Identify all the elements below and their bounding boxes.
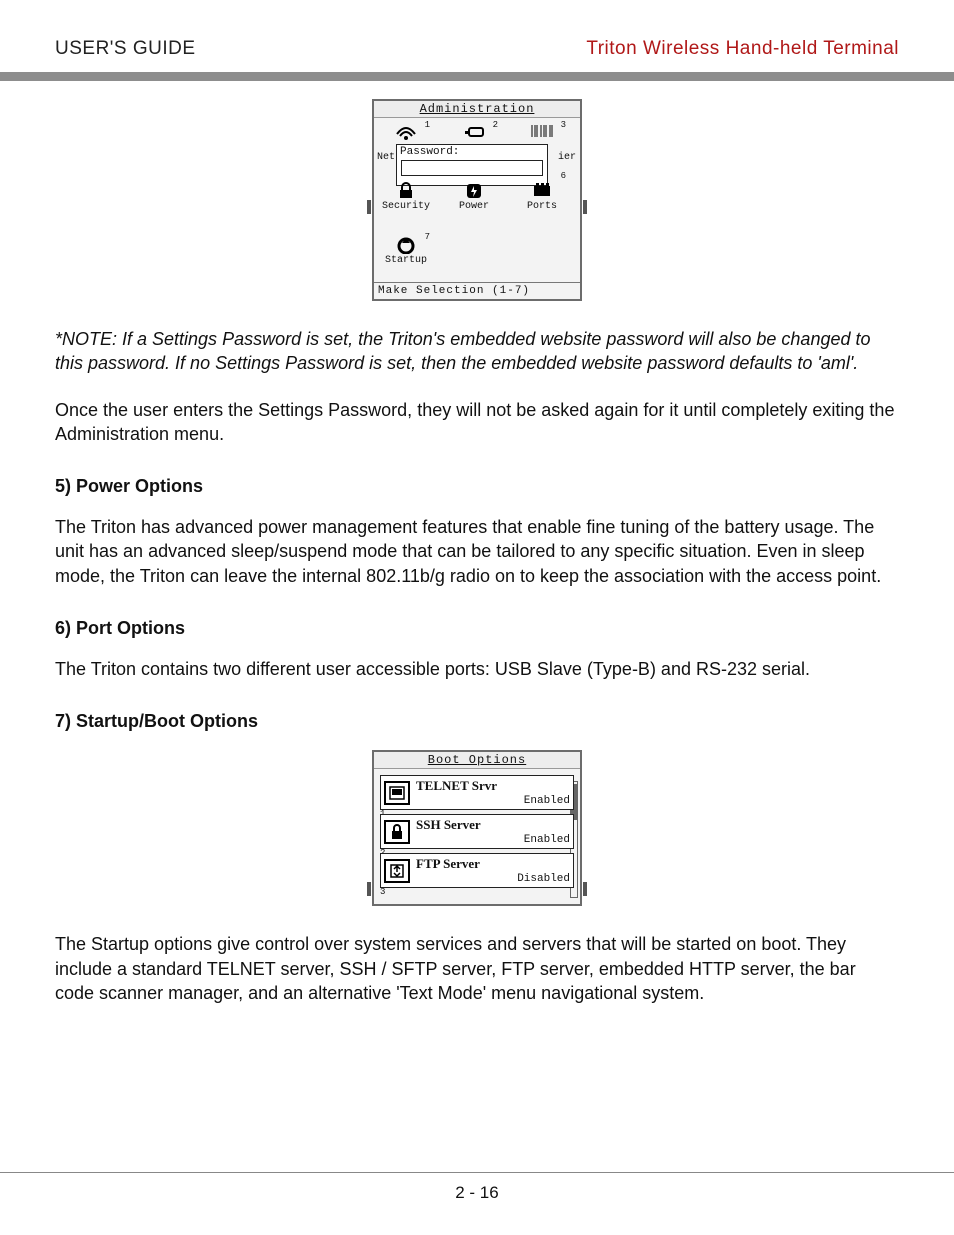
admin-footer: Make Selection (1-7) [374,282,580,299]
admin-item-label: Power [444,201,504,212]
admin-item-num: 6 [561,171,566,181]
admin-item-label: Security [376,201,436,212]
admin-item-num: 7 [425,232,430,242]
admin-item-3: 3 [512,122,572,142]
admin-item-power: Power [444,180,504,212]
boot-title: Boot Options [374,752,580,769]
page: USER'S GUIDE Triton Wireless Hand-held T… [0,0,954,1235]
device-notch-left [367,882,371,896]
boot-row-telnet: TELNET Srvr Enabled 1 [380,775,574,810]
boot-row-ssh: SSH Server Enabled 2 [380,814,574,849]
startup-icon [394,236,418,254]
admin-item-1: 1 [376,122,436,142]
admin-item-num: 1 [425,120,430,130]
boot-device-screen: Boot Options TELNET Srvr Enabled 1 [372,750,582,906]
boot-row-status: Enabled [416,834,570,846]
admin-item-security: Security [376,180,436,212]
boot-screenshot: Boot Options TELNET Srvr Enabled 1 [55,750,899,906]
password-label: Password: [397,145,547,158]
admin-item-startup: 7 Startup [376,234,436,266]
boot-row-status: Disabled [416,873,570,885]
header-divider [0,72,954,81]
net-label-fragment: Net [377,152,395,163]
boot-row-num: 3 [380,887,385,897]
barcode-icon [530,124,554,142]
ier-label-fragment: ier [558,152,576,163]
admin-item-num: 2 [493,120,498,130]
body-paragraph: The Triton contains two different user a… [55,657,899,681]
wifi-icon [394,124,418,142]
heading-startup-options: 7) Startup/Boot Options [55,711,899,732]
boot-row-name: FTP Server [416,856,570,872]
note-paragraph: *NOTE: If a Settings Password is set, th… [55,327,899,376]
heading-port-options: 6) Port Options [55,618,899,639]
lock-icon [394,182,418,200]
heading-power-options: 5) Power Options [55,476,899,497]
power-icon [462,182,486,200]
admin-item-label: Ports [512,201,572,212]
header-left: USER'S GUIDE [55,38,196,60]
header-right: Triton Wireless Hand-held Terminal [586,38,899,60]
boot-row-status: Enabled [416,795,570,807]
admin-item-ports: 6 Ports [512,180,572,212]
admin-title: Administration [374,101,580,118]
terminal-icon [384,781,410,805]
admin-device-screen: Administration 1 2 3 [372,99,582,301]
admin-item-num: 3 [561,120,566,130]
admin-screenshot: Administration 1 2 3 [55,99,899,301]
body-paragraph: The Triton has advanced power management… [55,515,899,588]
boot-row-name: TELNET Srvr [416,778,570,794]
body-paragraph: The Startup options give control over sy… [55,932,899,1005]
boot-row-name: SSH Server [416,817,570,833]
password-input[interactable] [401,160,543,176]
ports-icon [530,182,554,200]
boot-row-ftp: FTP Server Disabled 3 [380,853,574,888]
page-header: USER'S GUIDE Triton Wireless Hand-held T… [55,38,899,60]
device-notch-right [583,200,587,214]
admin-item-label: Startup [376,255,436,266]
device-notch-right [583,882,587,896]
footer-divider [0,1172,954,1173]
device-notch-left [367,200,371,214]
page-number: 2 - 16 [0,1183,954,1203]
body-paragraph: Once the user enters the Settings Passwo… [55,398,899,447]
admin-item-2: 2 [444,122,504,142]
transfer-icon [384,859,410,883]
lock-icon [384,820,410,844]
settings-icon [462,124,486,142]
